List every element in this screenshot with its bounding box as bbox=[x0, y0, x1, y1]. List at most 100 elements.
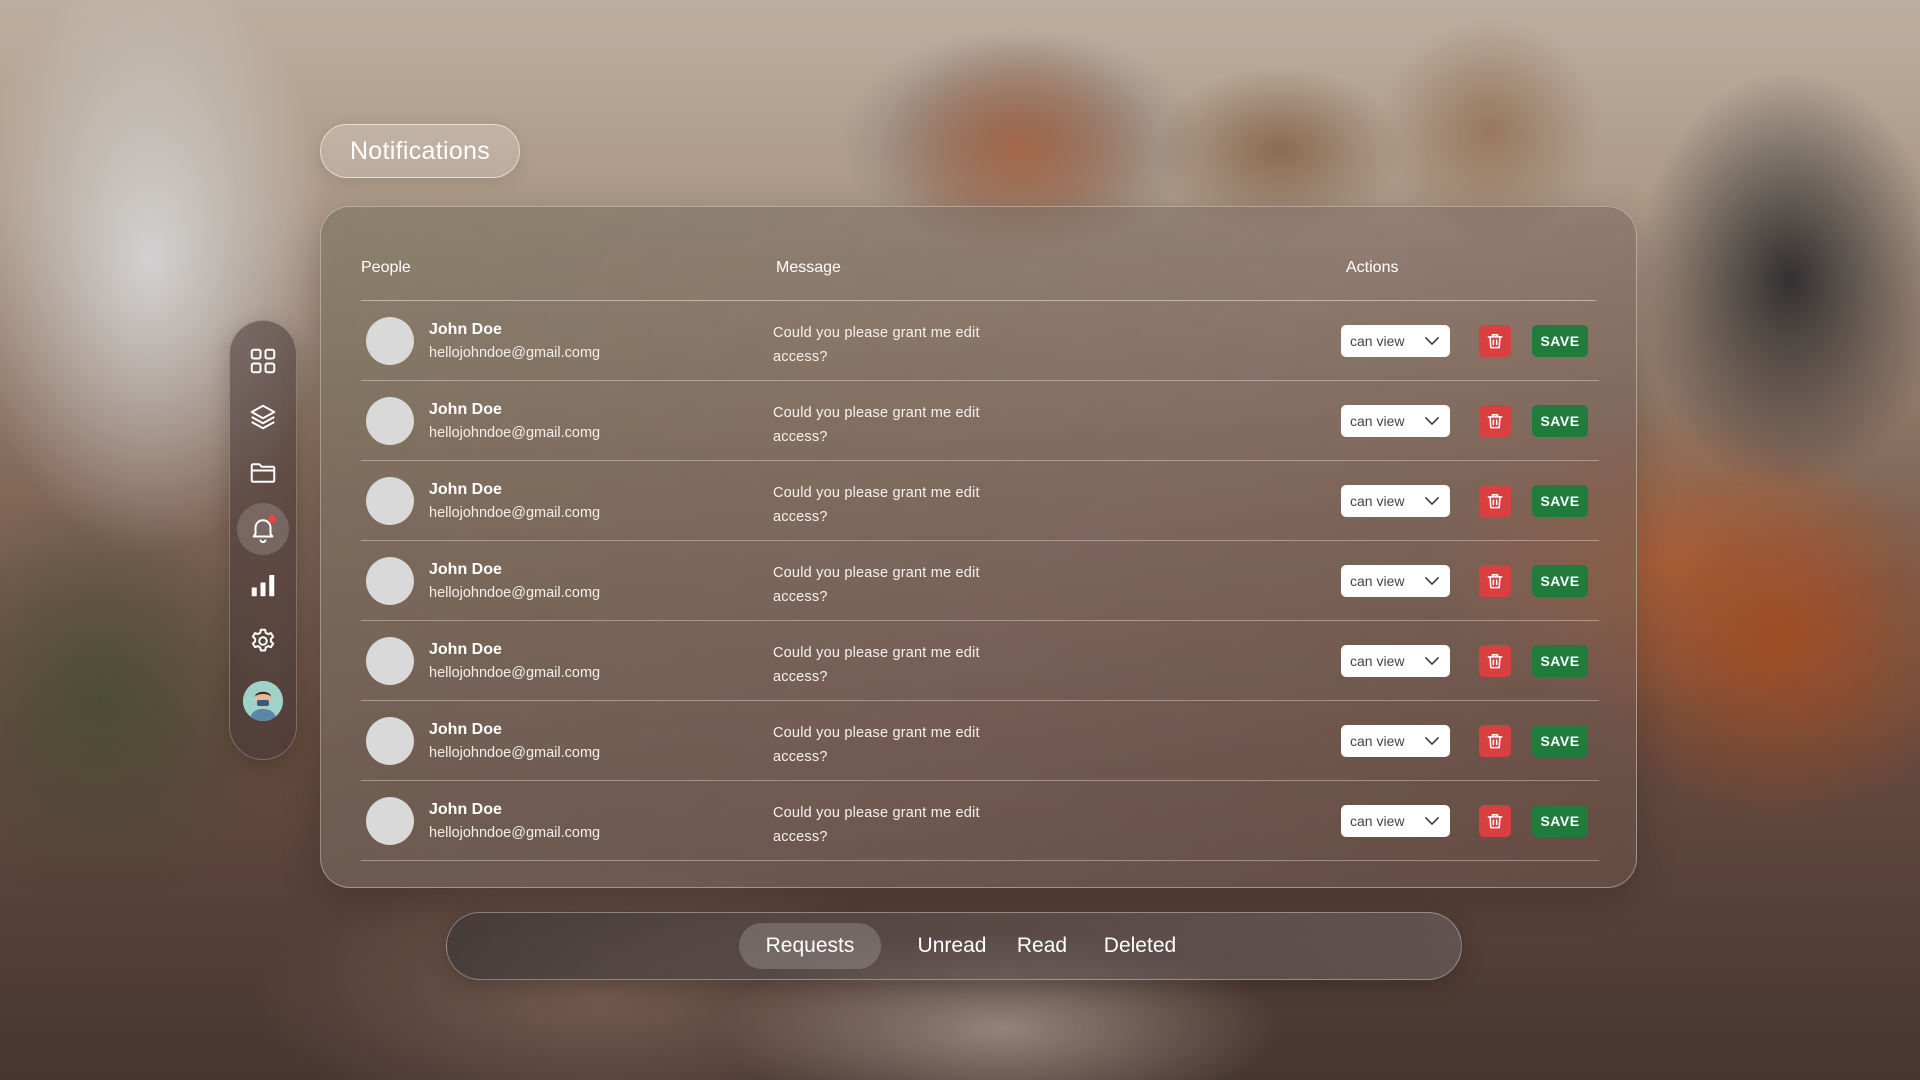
save-button[interactable]: SAVE bbox=[1532, 805, 1588, 837]
request-message: Could you please grant me edit access? bbox=[773, 565, 980, 605]
table-row: John Doe hellojohndoe@gmail.comg Could y… bbox=[361, 381, 1599, 461]
permission-dropdown[interactable]: can view bbox=[1341, 565, 1450, 597]
column-header-people: People bbox=[361, 259, 411, 276]
notifications-panel: People Message Actions John Doe hellojoh… bbox=[320, 206, 1637, 888]
permission-value: can view bbox=[1350, 493, 1405, 509]
chevron-down-icon bbox=[1425, 817, 1439, 825]
save-button[interactable]: SAVE bbox=[1532, 565, 1588, 597]
person-email: hellojohndoe@gmail.comg bbox=[429, 345, 601, 361]
person-name: John Doe bbox=[429, 641, 502, 658]
permission-value: can view bbox=[1350, 573, 1405, 589]
chevron-down-icon bbox=[1425, 417, 1439, 425]
delete-button[interactable] bbox=[1479, 485, 1511, 517]
delete-button[interactable] bbox=[1479, 725, 1511, 757]
save-button[interactable]: SAVE bbox=[1532, 645, 1588, 677]
person-avatar bbox=[366, 717, 414, 765]
person-email: hellojohndoe@gmail.comg bbox=[429, 825, 601, 841]
folder-icon bbox=[250, 463, 276, 483]
delete-button[interactable] bbox=[1479, 325, 1511, 357]
table-row: John Doe hellojohndoe@gmail.comg Could y… bbox=[361, 781, 1599, 861]
person-email: hellojohndoe@gmail.comg bbox=[429, 665, 601, 681]
request-message: Could you please grant me edit access? bbox=[773, 485, 980, 525]
person-avatar bbox=[366, 317, 414, 365]
person-name: John Doe bbox=[429, 721, 502, 738]
tab-read[interactable]: Read bbox=[1007, 923, 1077, 969]
tab-requests[interactable]: Requests bbox=[739, 923, 881, 969]
permission-value: can view bbox=[1350, 413, 1405, 429]
trash-icon bbox=[1487, 334, 1503, 349]
column-header-actions: Actions bbox=[1346, 259, 1399, 276]
delete-button[interactable] bbox=[1479, 645, 1511, 677]
request-message: Could you please grant me edit access? bbox=[773, 725, 980, 765]
chevron-down-icon bbox=[1425, 737, 1439, 745]
request-message: Could you please grant me edit access? bbox=[773, 405, 980, 445]
table-row: John Doe hellojohndoe@gmail.comg Could y… bbox=[361, 701, 1599, 781]
bar-chart-icon bbox=[251, 575, 275, 597]
grid-icon bbox=[250, 348, 276, 374]
permission-dropdown[interactable]: can view bbox=[1341, 725, 1450, 757]
person-name: John Doe bbox=[429, 401, 502, 418]
person-name: John Doe bbox=[429, 481, 502, 498]
chevron-down-icon bbox=[1425, 577, 1439, 585]
sidebar-item-dashboard[interactable] bbox=[237, 335, 289, 387]
permission-dropdown[interactable]: can view bbox=[1341, 805, 1450, 837]
save-button[interactable]: SAVE bbox=[1532, 405, 1588, 437]
page-title: Notifications bbox=[320, 124, 520, 178]
column-header-message: Message bbox=[776, 259, 841, 276]
trash-icon bbox=[1487, 734, 1503, 749]
table-row: John Doe hellojohndoe@gmail.comg Could y… bbox=[361, 461, 1599, 541]
tab-unread[interactable]: Unread bbox=[907, 923, 997, 969]
delete-button[interactable] bbox=[1479, 805, 1511, 837]
permission-value: can view bbox=[1350, 653, 1405, 669]
delete-button[interactable] bbox=[1479, 405, 1511, 437]
settings-icon bbox=[251, 628, 275, 652]
permission-dropdown[interactable]: can view bbox=[1341, 405, 1450, 437]
permission-value: can view bbox=[1350, 733, 1405, 749]
sidebar-item-notifications[interactable] bbox=[237, 503, 289, 555]
person-name: John Doe bbox=[429, 561, 502, 578]
person-avatar bbox=[366, 477, 414, 525]
table-row: John Doe hellojohndoe@gmail.comg Could y… bbox=[361, 621, 1599, 701]
sidebar-item-analytics[interactable] bbox=[237, 559, 289, 611]
sidebar bbox=[229, 320, 297, 760]
trash-icon bbox=[1487, 494, 1503, 509]
person-email: hellojohndoe@gmail.comg bbox=[429, 585, 601, 601]
unread-dot bbox=[268, 515, 276, 523]
person-avatar bbox=[366, 557, 414, 605]
trash-icon bbox=[1487, 574, 1503, 589]
permission-value: can view bbox=[1350, 813, 1405, 829]
avatar[interactable] bbox=[243, 681, 283, 721]
permission-dropdown[interactable]: can view bbox=[1341, 325, 1450, 357]
sidebar-item-files[interactable] bbox=[237, 447, 289, 499]
table-row: John Doe hellojohndoe@gmail.comg Could y… bbox=[361, 541, 1599, 621]
request-message: Could you please grant me edit access? bbox=[773, 805, 980, 845]
table-row: John Doe hellojohndoe@gmail.comg Could y… bbox=[361, 301, 1599, 381]
permission-dropdown[interactable]: can view bbox=[1341, 485, 1450, 517]
chevron-down-icon bbox=[1425, 497, 1439, 505]
layers-icon bbox=[250, 404, 276, 430]
permission-dropdown[interactable]: can view bbox=[1341, 645, 1450, 677]
person-avatar bbox=[366, 397, 414, 445]
chevron-down-icon bbox=[1425, 657, 1439, 665]
person-email: hellojohndoe@gmail.comg bbox=[429, 745, 601, 761]
person-name: John Doe bbox=[429, 801, 502, 818]
trash-icon bbox=[1487, 414, 1503, 429]
person-email: hellojohndoe@gmail.comg bbox=[429, 505, 601, 521]
save-button[interactable]: SAVE bbox=[1532, 485, 1588, 517]
delete-button[interactable] bbox=[1479, 565, 1511, 597]
trash-icon bbox=[1487, 814, 1503, 829]
sidebar-item-layers[interactable] bbox=[237, 391, 289, 443]
person-email: hellojohndoe@gmail.comg bbox=[429, 425, 601, 441]
table-header: People Message Actions bbox=[361, 259, 1596, 301]
sidebar-item-settings[interactable] bbox=[237, 615, 289, 667]
permission-value: can view bbox=[1350, 333, 1405, 349]
chevron-down-icon bbox=[1425, 337, 1439, 345]
tab-deleted[interactable]: Deleted bbox=[1090, 923, 1190, 969]
request-message: Could you please grant me edit access? bbox=[773, 325, 980, 365]
notification-tabs: Requests Unread Read Deleted bbox=[446, 912, 1462, 980]
request-message: Could you please grant me edit access? bbox=[773, 645, 980, 685]
save-button[interactable]: SAVE bbox=[1532, 325, 1588, 357]
person-avatar bbox=[366, 637, 414, 685]
save-button[interactable]: SAVE bbox=[1532, 725, 1588, 757]
person-avatar bbox=[366, 797, 414, 845]
